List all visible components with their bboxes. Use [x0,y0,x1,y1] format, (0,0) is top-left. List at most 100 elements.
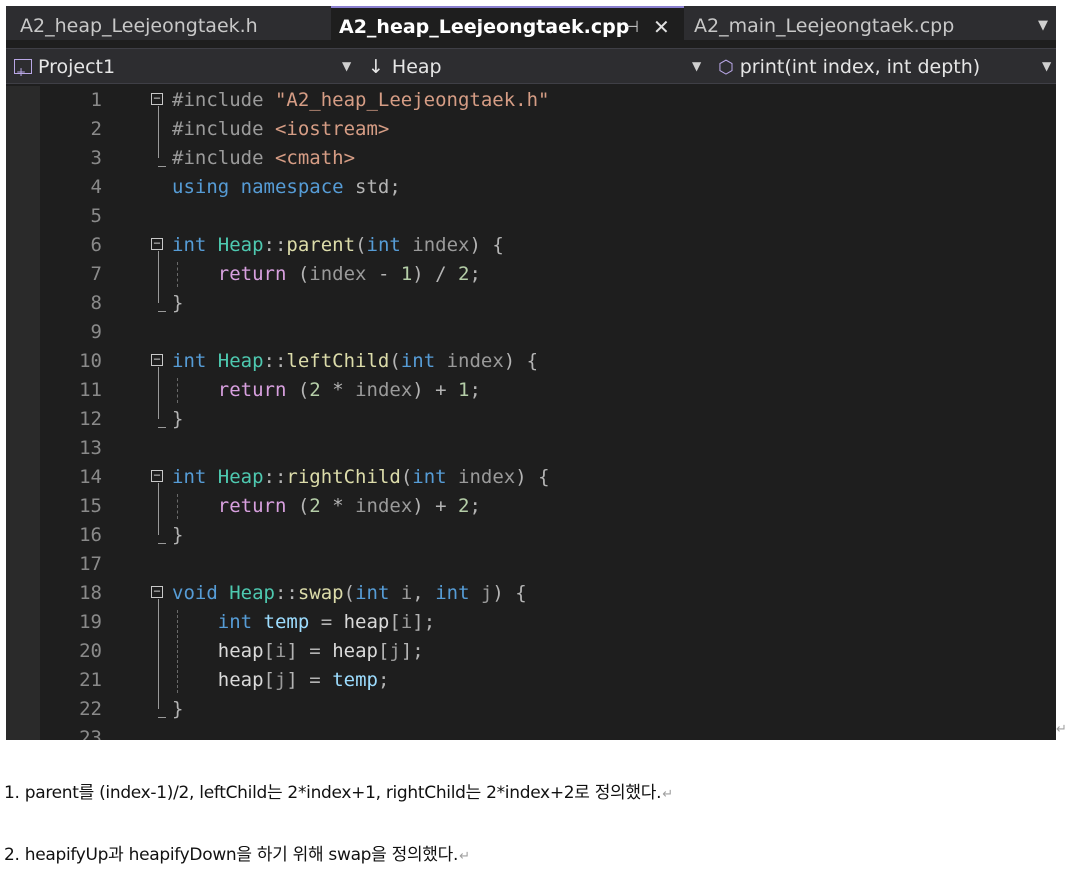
code-line[interactable]: 13 [6,434,1056,463]
code-token: ( [297,379,310,401]
code-token: Heap [217,466,264,488]
code-line[interactable]: 17 [6,550,1056,579]
code-token: temp [263,611,310,633]
code-token: } [172,292,184,314]
code-token: swap [297,582,344,604]
note-1: 1. parent를 (index-1)/2, leftChild는 2*ind… [4,778,673,803]
code-token: index [355,495,413,517]
member-dropdown[interactable]: ⬡ print(int index, int depth) [718,49,980,83]
code-line[interactable]: 12} [6,405,1056,434]
code-text: } [172,405,183,434]
indent-guide [177,610,178,693]
code-line[interactable]: 15 return (2 * index) + 2; [6,492,1056,521]
code-token: ) { [515,466,550,488]
code-token: return [172,495,298,517]
member-dropdown-arrow-icon[interactable]: ▼ [1042,49,1051,83]
code-text: #include <iostream> [172,115,389,144]
tab-overflow-dropdown-icon[interactable]: ▼ [1038,6,1048,40]
code-token: ; [377,669,390,691]
code-token: ) { [503,350,539,372]
code-line[interactable]: 5 [6,202,1056,231]
code-token: parent [286,234,356,256]
code-line[interactable]: 9 [6,318,1056,347]
code-token: heap [172,640,264,662]
code-token: heap [172,669,264,691]
collapse-icon[interactable]: − [151,585,163,598]
pin-icon[interactable]: ⊣ [625,8,639,46]
paragraph-mark-icon: ↵ [459,849,470,864]
code-token: index [309,263,367,285]
code-token: [ [263,640,275,662]
code-token: leftChild [286,350,390,372]
code-line[interactable]: 19 int temp = heap[i]; [6,608,1056,637]
code-line[interactable]: 1 − #include "A2_heap_Leejeongtaek.h" [6,86,1056,115]
member-label: print(int index, int depth) [739,56,981,78]
code-token: j [274,669,287,691]
code-line[interactable]: 8} [6,289,1056,318]
code-token: int [435,582,481,604]
code-token: - [366,263,401,285]
project-icon [14,54,32,90]
fold-region-end [158,717,166,718]
line-number: 17 [79,553,102,575]
line-number: 13 [79,437,102,459]
method-cube-icon: ⬡ [718,57,734,78]
collapse-icon[interactable]: − [151,469,163,482]
tab-heap-cpp-active[interactable]: A2_heap_Leejeongtaek.cpp ⊣ ✕ [331,6,684,40]
code-line[interactable]: 2 #include <iostream> [6,115,1056,144]
collapse-icon[interactable]: − [151,237,163,250]
code-token: Heap [217,350,264,372]
line-number: 16 [79,524,102,546]
collapse-icon[interactable]: − [151,92,163,105]
code-line[interactable]: 10− int Heap::leftChild(int index) { [6,347,1056,376]
project-dropdown-arrow-icon[interactable]: ▼ [342,49,351,83]
code-text: void Heap::swap(int i, int j) { [172,579,527,608]
code-token: Heap [217,234,264,256]
code-line[interactable]: 7 return (index - 1) / 2; [6,260,1056,289]
code-line[interactable]: 6− int Heap::parent(int index) { [6,231,1056,260]
code-token: [ [263,669,275,691]
code-token: int [172,234,218,256]
scope-dropdown[interactable]: ↓ Heap [368,49,442,83]
fold-region-line [158,251,159,303]
scope-dropdown-arrow-icon[interactable]: ▼ [692,49,701,83]
code-token: int [366,234,413,256]
indent-guide [177,378,178,403]
code-token: index [458,466,516,488]
tab-main-cpp[interactable]: A2_main_Leejeongtaek.cpp [694,6,954,40]
code-line[interactable]: 14− int Heap::rightChild(int index) { [6,463,1056,492]
line-number: 19 [79,611,102,633]
code-line[interactable]: 21 heap[j] = temp; [6,666,1056,695]
fold-region-end [158,427,166,428]
code-line[interactable]: 18− void Heap::swap(int i, int j) { [6,579,1056,608]
collapse-icon[interactable]: − [151,353,163,366]
code-token: int [400,350,447,372]
code-line[interactable]: 3 #include <cmath> [6,144,1056,173]
code-text: } [172,289,183,318]
close-tab-icon[interactable]: ✕ [653,8,670,46]
line-number: 14 [79,466,102,488]
line-number: 12 [79,408,102,430]
code-line[interactable]: 16} [6,521,1056,550]
tab-heap-header[interactable]: A2_heap_Leejeongtaek.h [20,6,258,40]
code-token: ( [400,466,413,488]
code-line[interactable]: 4 using namespace std; [6,173,1056,202]
code-area[interactable]: 1− #include "A2_heap_Leejeongtaek.h" 2 #inc… [6,86,1056,740]
code-token: * [320,495,356,517]
code-token: void [172,582,230,604]
code-line[interactable]: 20 heap[i] = heap[j]; [6,637,1056,666]
code-line[interactable]: 23 [6,724,1056,740]
code-line[interactable]: 22} [6,695,1056,724]
code-token: :: [263,350,287,372]
indent-guide [177,262,178,287]
code-token: #include [172,147,275,169]
code-token: 1 [458,379,470,401]
code-token: 2 [458,495,470,517]
fold-region-end [158,543,166,544]
paragraph-mark-icon: ↵ [1056,722,1067,737]
code-line[interactable]: 11 return (2 * index) + 1; [6,376,1056,405]
code-text: return (index - 1) / 2; [172,260,481,289]
project-dropdown[interactable]: Project1 [14,49,115,90]
code-token: std; [355,176,401,198]
line-number: 3 [90,147,102,169]
